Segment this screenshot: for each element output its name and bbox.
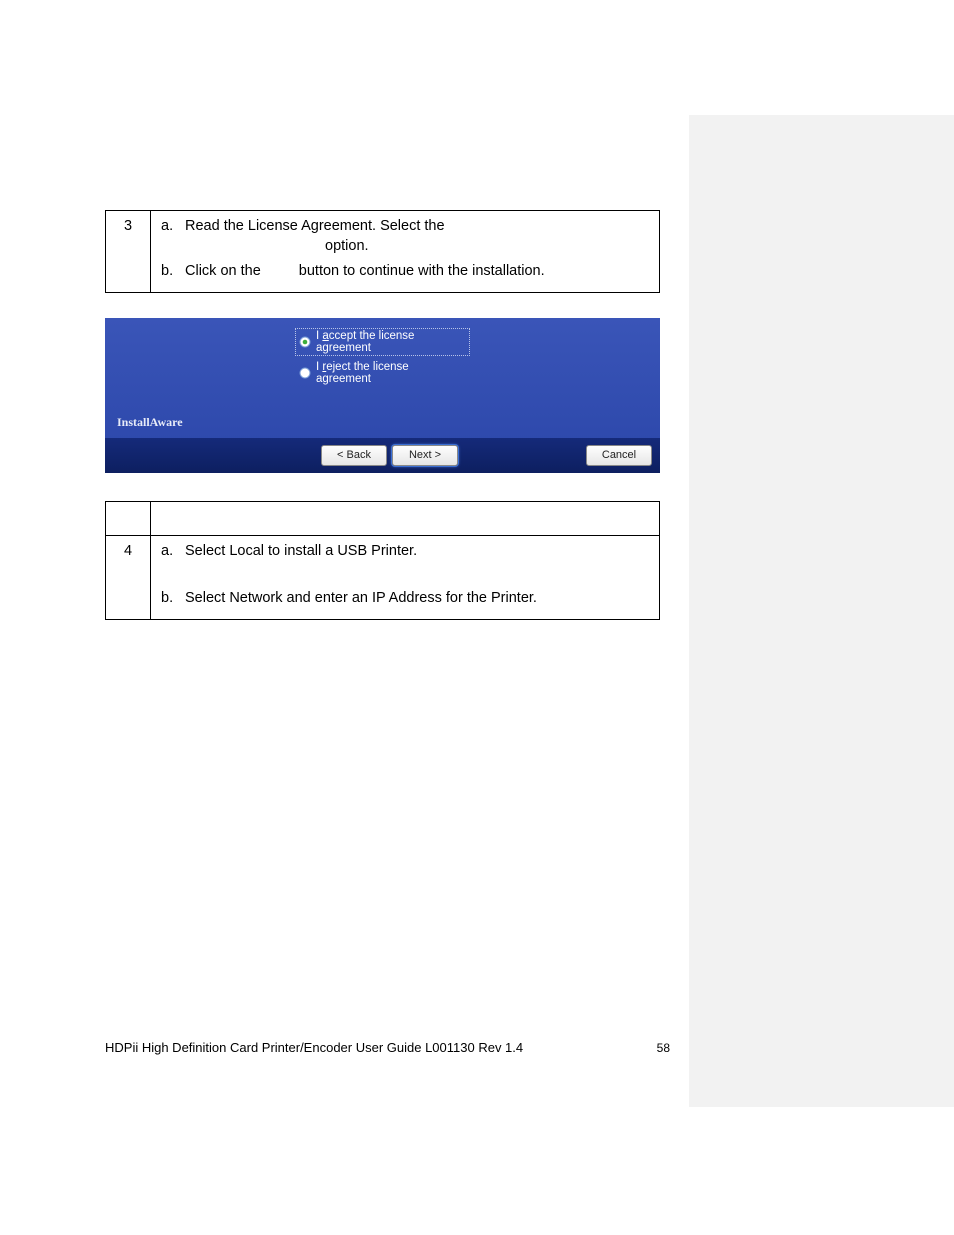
footer-title: HDPii High Definition Card Printer/Encod… [105, 1040, 523, 1055]
step3-body: a. Read the License Agreement. Select th… [151, 211, 660, 293]
step3-number: 3 [106, 211, 151, 293]
right-margin-band [689, 115, 954, 1107]
installer-body: I accept the license agreement I reject … [105, 318, 660, 438]
back-button[interactable]: < Back [321, 445, 387, 466]
step4a-letter: a. [157, 542, 185, 562]
step3a-letter: a. [157, 217, 185, 256]
installer-dialog: I accept the license agreement I reject … [105, 318, 660, 473]
page-footer: HDPii High Definition Card Printer/Encod… [105, 1040, 670, 1055]
step4-header-left [106, 501, 151, 535]
radio-selected-icon [299, 336, 311, 348]
step3-table: 3 a. Read the License Agreement. Select … [105, 210, 660, 293]
step4-table: 4 a. Select Local to install a USB Print… [105, 501, 660, 620]
step4-body: a. Select Local to install a USB Printer… [151, 535, 660, 619]
radio-unselected-icon [299, 367, 311, 379]
page-content: 3 a. Read the License Agreement. Select … [105, 210, 660, 645]
installaware-brand: InstallAware [117, 415, 183, 430]
step3b-text2: button to continue with the installation… [299, 263, 545, 279]
page-number: 58 [657, 1041, 670, 1055]
step4a-text: Select Local to install a USB Printer. [185, 542, 653, 562]
step4b-text: Select Network and enter an IP Address f… [185, 589, 653, 609]
cancel-button[interactable]: Cancel [586, 445, 652, 466]
step3a-text2: option. [325, 238, 369, 254]
radio-reject-license[interactable]: I reject the license agreement [295, 359, 470, 387]
step3a-text1: Read the License Agreement. Select the [185, 218, 445, 234]
step4-number: 4 [106, 535, 151, 619]
radio-accept-license[interactable]: I accept the license agreement [295, 328, 470, 356]
step3b-letter: b. [157, 262, 185, 282]
step4b-letter: b. [157, 589, 185, 609]
step3b-text1: Click on the [185, 263, 261, 279]
step4-header-right [151, 501, 660, 535]
installer-button-bar: < Back Next > Cancel [105, 438, 660, 473]
next-button[interactable]: Next > [392, 445, 458, 466]
